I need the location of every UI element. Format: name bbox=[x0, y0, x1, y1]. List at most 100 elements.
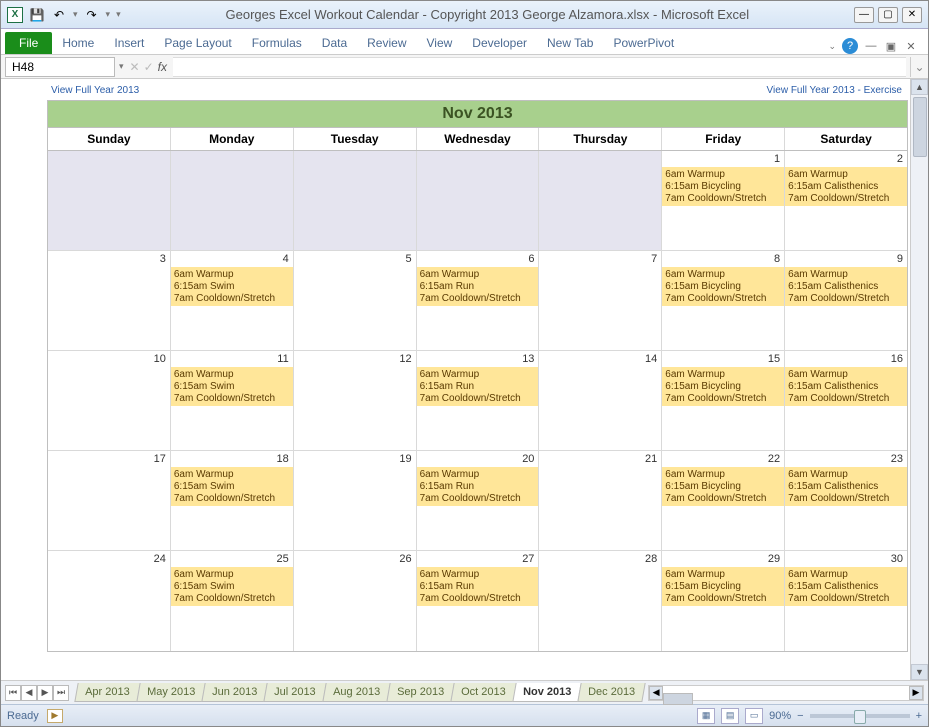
event-block[interactable]: 6am Warmup6:15am Bicycling7am Cooldown/S… bbox=[662, 167, 784, 206]
calendar-cell[interactable]: 306am Warmup6:15am Calisthenics7am Coold… bbox=[785, 551, 907, 651]
doc-minimize-icon[interactable]: — bbox=[864, 39, 878, 53]
zoom-level[interactable]: 90% bbox=[769, 710, 791, 722]
zoom-out-icon[interactable]: − bbox=[797, 710, 803, 722]
event-block[interactable]: 6am Warmup6:15am Swim7am Cooldown/Stretc… bbox=[171, 467, 293, 506]
tab-nav-prev-icon[interactable]: ◀ bbox=[21, 685, 37, 701]
calendar-cell[interactable]: 226am Warmup6:15am Bicycling7am Cooldown… bbox=[662, 451, 785, 550]
calendar-cell[interactable]: 186am Warmup6:15am Swim7am Cooldown/Stre… bbox=[171, 451, 294, 550]
calendar-cell[interactable]: 256am Warmup6:15am Swim7am Cooldown/Stre… bbox=[171, 551, 294, 651]
calendar-cell-blank[interactable] bbox=[171, 151, 294, 250]
calendar-cell-blank[interactable] bbox=[539, 151, 662, 250]
calendar-cell[interactable]: 46am Warmup6:15am Swim7am Cooldown/Stret… bbox=[171, 251, 294, 350]
calendar-cell[interactable]: 14 bbox=[539, 351, 662, 450]
doc-close-icon[interactable]: ✕ bbox=[904, 39, 918, 53]
calendar-cell[interactable]: 96am Warmup6:15am Calisthenics7am Cooldo… bbox=[785, 251, 907, 350]
macro-record-icon[interactable]: ▶ bbox=[47, 709, 63, 723]
sheet-tab-apr-2013[interactable]: Apr 2013 bbox=[74, 683, 140, 702]
excel-icon[interactable]: X bbox=[7, 7, 23, 23]
zoom-slider[interactable] bbox=[810, 714, 910, 718]
scroll-thumb[interactable] bbox=[913, 97, 927, 157]
maximize-button[interactable]: ▢ bbox=[878, 7, 898, 23]
calendar-cell[interactable]: 19 bbox=[294, 451, 417, 550]
view-page-layout-icon[interactable]: ▤ bbox=[721, 708, 739, 724]
help-icon[interactable]: ? bbox=[842, 38, 858, 54]
calendar-cell[interactable]: 166am Warmup6:15am Calisthenics7am Coold… bbox=[785, 351, 907, 450]
sheet-tab-dec-2013[interactable]: Dec 2013 bbox=[577, 683, 645, 702]
event-block[interactable]: 6am Warmup6:15am Swim7am Cooldown/Stretc… bbox=[171, 367, 293, 406]
fx-icon[interactable]: fx bbox=[158, 60, 167, 74]
calendar-cell-blank[interactable] bbox=[417, 151, 540, 250]
event-block[interactable]: 6am Warmup6:15am Calisthenics7am Cooldow… bbox=[785, 367, 907, 406]
ribbon-tab-powerpivot[interactable]: PowerPivot bbox=[603, 32, 684, 54]
save-icon[interactable]: 💾 bbox=[29, 7, 45, 23]
calendar-cell[interactable]: 16am Warmup6:15am Bicycling7am Cooldown/… bbox=[662, 151, 785, 250]
calendar-cell[interactable]: 17 bbox=[48, 451, 171, 550]
calendar-cell[interactable]: 3 bbox=[48, 251, 171, 350]
event-block[interactable]: 6am Warmup6:15am Calisthenics7am Cooldow… bbox=[785, 567, 907, 606]
event-block[interactable]: 6am Warmup6:15am Run7am Cooldown/Stretch bbox=[417, 467, 539, 506]
minimize-button[interactable]: — bbox=[854, 7, 874, 23]
event-block[interactable]: 6am Warmup6:15am Run7am Cooldown/Stretch bbox=[417, 367, 539, 406]
calendar-cell[interactable]: 276am Warmup6:15am Run7am Cooldown/Stret… bbox=[417, 551, 540, 651]
sheet-tab-aug-2013[interactable]: Aug 2013 bbox=[322, 683, 390, 702]
calendar-cell[interactable]: 10 bbox=[48, 351, 171, 450]
event-block[interactable]: 6am Warmup6:15am Bicycling7am Cooldown/S… bbox=[662, 467, 784, 506]
scroll-up-icon[interactable]: ▲ bbox=[911, 79, 928, 95]
name-box[interactable]: H48 bbox=[5, 57, 115, 77]
horizontal-scrollbar[interactable]: ◀ ▶ bbox=[648, 685, 924, 701]
event-block[interactable]: 6am Warmup6:15am Calisthenics7am Cooldow… bbox=[785, 267, 907, 306]
event-block[interactable]: 6am Warmup6:15am Run7am Cooldown/Stretch bbox=[417, 567, 539, 606]
calendar-cell[interactable]: 24 bbox=[48, 551, 171, 651]
link-view-full-year[interactable]: View Full Year 2013 bbox=[51, 85, 139, 96]
event-block[interactable]: 6am Warmup6:15am Swim7am Cooldown/Stretc… bbox=[171, 567, 293, 606]
ribbon-tab-review[interactable]: Review bbox=[357, 32, 416, 54]
sheet-tab-sep-2013[interactable]: Sep 2013 bbox=[386, 683, 454, 702]
calendar-cell[interactable]: 7 bbox=[539, 251, 662, 350]
formula-bar-expand-icon[interactable]: ⌄ bbox=[910, 57, 928, 77]
calendar-cell[interactable]: 116am Warmup6:15am Swim7am Cooldown/Stre… bbox=[171, 351, 294, 450]
file-tab[interactable]: File bbox=[5, 32, 52, 54]
ribbon-tab-insert[interactable]: Insert bbox=[104, 32, 154, 54]
ribbon-tab-home[interactable]: Home bbox=[52, 32, 104, 54]
ribbon-tab-page-layout[interactable]: Page Layout bbox=[154, 32, 241, 54]
link-view-full-year-exercise[interactable]: View Full Year 2013 - Exercise bbox=[767, 85, 902, 96]
zoom-in-icon[interactable]: + bbox=[916, 710, 922, 722]
calendar-cell[interactable]: 86am Warmup6:15am Bicycling7am Cooldown/… bbox=[662, 251, 785, 350]
close-button[interactable]: ✕ bbox=[902, 7, 922, 23]
hscroll-thumb[interactable] bbox=[663, 693, 693, 705]
sheet-tab-may-2013[interactable]: May 2013 bbox=[136, 683, 206, 702]
tab-nav-next-icon[interactable]: ▶ bbox=[37, 685, 53, 701]
calendar-cell[interactable]: 12 bbox=[294, 351, 417, 450]
redo-icon[interactable]: ↷ bbox=[84, 7, 100, 23]
event-block[interactable]: 6am Warmup6:15am Bicycling7am Cooldown/S… bbox=[662, 267, 784, 306]
ribbon-tab-view[interactable]: View bbox=[417, 32, 463, 54]
calendar-cell[interactable]: 296am Warmup6:15am Bicycling7am Cooldown… bbox=[662, 551, 785, 651]
hscroll-right-icon[interactable]: ▶ bbox=[909, 686, 923, 700]
calendar-cell[interactable]: 21 bbox=[539, 451, 662, 550]
cancel-formula-icon[interactable]: ✕ bbox=[130, 60, 140, 74]
calendar-cell[interactable]: 26 bbox=[294, 551, 417, 651]
hscroll-left-icon[interactable]: ◀ bbox=[649, 686, 663, 700]
calendar-cell[interactable]: 236am Warmup6:15am Calisthenics7am Coold… bbox=[785, 451, 907, 550]
tab-nav-last-icon[interactable]: ⏭ bbox=[53, 685, 69, 701]
calendar-cell[interactable]: 136am Warmup6:15am Run7am Cooldown/Stret… bbox=[417, 351, 540, 450]
calendar-cell[interactable]: 206am Warmup6:15am Run7am Cooldown/Stret… bbox=[417, 451, 540, 550]
calendar-cell[interactable]: 5 bbox=[294, 251, 417, 350]
view-normal-icon[interactable]: ▦ bbox=[697, 708, 715, 724]
ribbon-tab-data[interactable]: Data bbox=[312, 32, 357, 54]
formula-input[interactable] bbox=[173, 57, 906, 77]
sheet-tab-nov-2013[interactable]: Nov 2013 bbox=[512, 683, 582, 702]
sheet-tab-jul-2013[interactable]: Jul 2013 bbox=[264, 683, 327, 702]
calendar-cell-blank[interactable] bbox=[294, 151, 417, 250]
scroll-down-icon[interactable]: ▼ bbox=[911, 664, 928, 680]
ribbon-tab-formulas[interactable]: Formulas bbox=[242, 32, 312, 54]
tab-nav-first-icon[interactable]: ⏮ bbox=[5, 685, 21, 701]
undo-icon[interactable]: ↶ bbox=[51, 7, 67, 23]
event-block[interactable]: 6am Warmup6:15am Calisthenics7am Cooldow… bbox=[785, 167, 907, 206]
ribbon-minimize-icon[interactable]: ⌄ bbox=[828, 41, 836, 52]
event-block[interactable]: 6am Warmup6:15am Bicycling7am Cooldown/S… bbox=[662, 367, 784, 406]
ribbon-tab-new-tab[interactable]: New Tab bbox=[537, 32, 603, 54]
calendar-cell[interactable]: 66am Warmup6:15am Run7am Cooldown/Stretc… bbox=[417, 251, 540, 350]
event-block[interactable]: 6am Warmup6:15am Bicycling7am Cooldown/S… bbox=[662, 567, 784, 606]
doc-restore-icon[interactable]: ▣ bbox=[884, 39, 898, 53]
